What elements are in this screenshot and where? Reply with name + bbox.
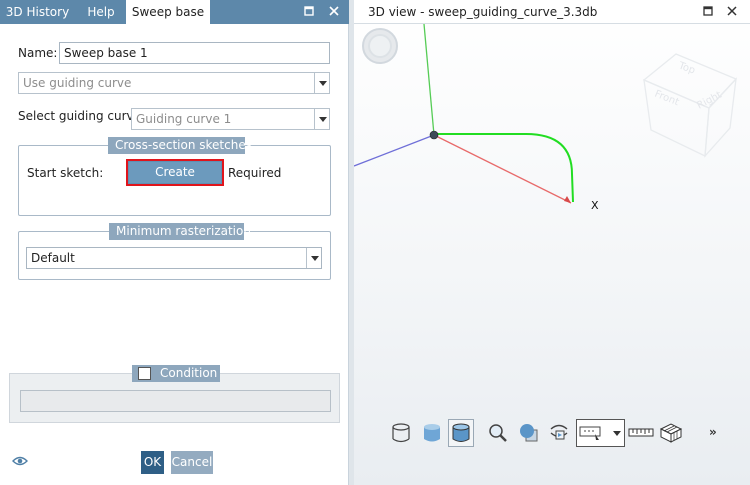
start-sketch-label: Start sketch: [27, 166, 104, 180]
rotate-icon[interactable] [546, 419, 572, 447]
chevron-down-icon[interactable] [306, 248, 321, 268]
mode-select[interactable]: Use guiding curve [18, 72, 330, 94]
view-cube-front-label: Front [653, 89, 681, 109]
chevron-down-icon[interactable] [314, 109, 329, 129]
guiding-curve-label: Select guiding curve: [18, 109, 146, 123]
panel-tab-bar: 3D History Help Sweep base [0, 0, 349, 24]
cylinder-wireframe-icon[interactable] [388, 419, 414, 447]
mode-select-value: Use guiding curve [23, 76, 132, 90]
cylinder-solid-icon[interactable] [448, 419, 474, 447]
view-select-dropdown[interactable] [576, 419, 625, 447]
condition-input[interactable] [20, 390, 331, 412]
create-button[interactable]: Create [126, 159, 224, 186]
required-label: Required [228, 166, 282, 180]
panel-splitter[interactable] [349, 0, 354, 485]
navigation-orb-icon[interactable] [362, 28, 398, 64]
min-raster-title: Minimum rasterization: [109, 223, 255, 240]
eye-icon[interactable] [12, 455, 28, 467]
view-cube-top-label: Top [676, 60, 697, 76]
origin-point [429, 130, 439, 140]
pin-icon[interactable] [698, 0, 718, 24]
raster-select[interactable]: Default [26, 247, 322, 269]
chevron-down-icon[interactable] [314, 73, 329, 93]
pin-icon[interactable] [299, 0, 319, 24]
name-label: Name: [18, 46, 58, 60]
cross-section-title: Cross-section sketches [108, 137, 252, 154]
close-icon[interactable] [722, 0, 742, 24]
x-axis-arrow [564, 196, 571, 203]
chevron-down-icon [613, 431, 621, 436]
sweep-base-panel: 3D History Help Sweep base Name: Sweep b… [0, 0, 349, 485]
grid-cube-icon[interactable] [658, 419, 684, 447]
ruler-icon[interactable] [628, 419, 654, 447]
x-axis-label: X [591, 199, 599, 212]
sphere-icon[interactable] [516, 419, 542, 447]
create-button-label: Create [129, 162, 221, 183]
3d-view-tab-bar: 3D view - sweep_guiding_curve_3.3db [354, 0, 750, 24]
guiding-curve-select[interactable]: Guiding curve 1 [131, 108, 330, 130]
cylinder-shaded-icon[interactable] [419, 419, 445, 447]
x-axis [433, 134, 572, 204]
z-axis [354, 134, 435, 167]
ok-button[interactable]: OK [141, 451, 164, 474]
tab-help[interactable]: Help [80, 0, 122, 24]
guiding-curve-value: Guiding curve 1 [136, 112, 232, 126]
y-axis [423, 24, 435, 136]
close-icon[interactable] [324, 0, 344, 24]
raster-value: Default [31, 251, 75, 265]
condition-header: Condition [132, 365, 220, 382]
3d-view-title: 3D view - sweep_guiding_curve_3.3db [368, 5, 598, 19]
view-select-icon [579, 426, 601, 440]
zoom-icon[interactable] [485, 419, 511, 447]
cancel-button[interactable]: Cancel [171, 451, 213, 474]
3d-view-panel: 3D view - sweep_guiding_curve_3.3db Top … [354, 0, 750, 485]
condition-checkbox[interactable] [138, 367, 151, 380]
tab-sweep-base[interactable]: Sweep base [126, 0, 210, 24]
tab-3d-history[interactable]: 3D History [0, 0, 75, 24]
name-input[interactable]: Sweep base 1 [59, 42, 330, 64]
guiding-curve[interactable] [434, 133, 574, 203]
more-tools-button[interactable]: » [709, 425, 717, 439]
condition-label: Condition [160, 366, 218, 380]
3d-viewport[interactable]: Top Front Right [354, 24, 750, 404]
